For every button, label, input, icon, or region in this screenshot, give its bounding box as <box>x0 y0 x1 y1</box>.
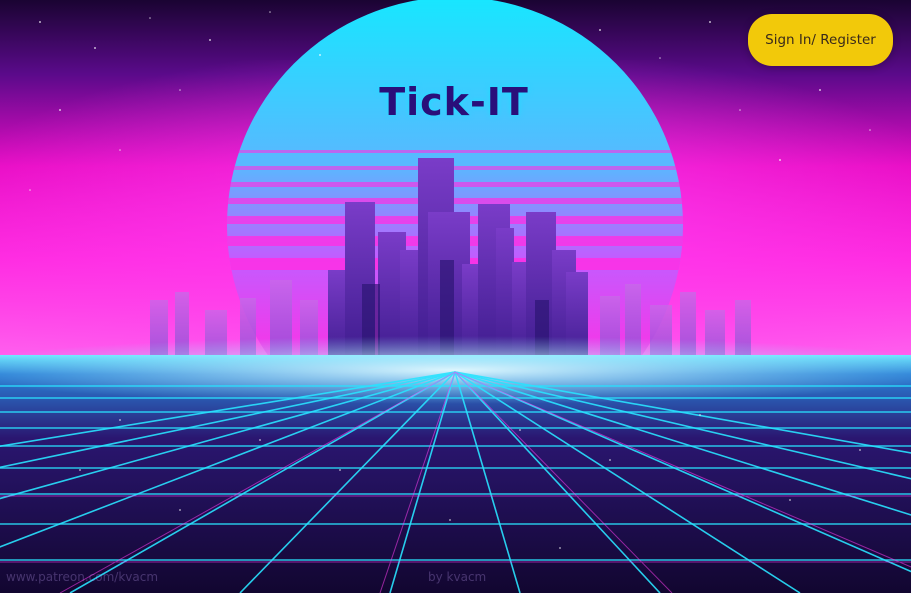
app-title: Tick-IT <box>379 80 529 124</box>
watermark-right: by kvacm <box>428 570 487 584</box>
hero-scene: Tick-IT Sign In/ Register www.patreon.co… <box>0 0 911 593</box>
watermark-left: www.patreon.com/kvacm <box>6 570 159 584</box>
sign-in-register-button[interactable]: Sign In/ Register <box>748 14 893 66</box>
